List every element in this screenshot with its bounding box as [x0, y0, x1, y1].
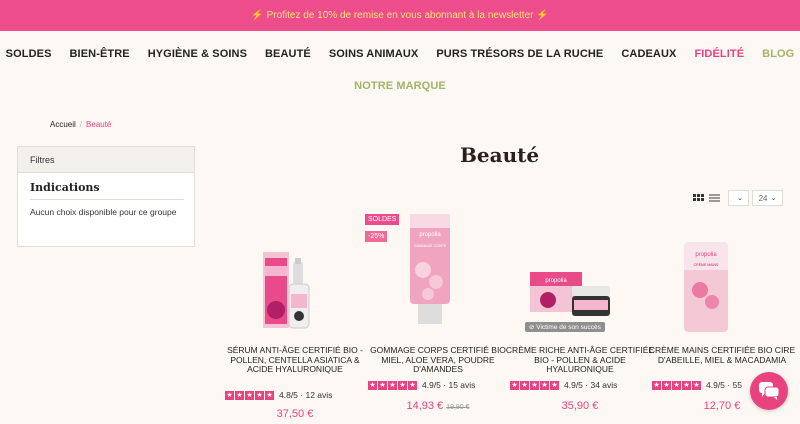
rating-value: 4.9/5	[706, 380, 725, 390]
rating-stars: ★ ★ ★ ★ ★	[652, 380, 701, 390]
view-toggle	[693, 194, 721, 203]
nav-item-blog[interactable]: BLOG	[762, 48, 794, 60]
filter-group-empty-text: Aucun choix disponible pour ce groupe	[30, 207, 177, 217]
product-rating: ★ ★ ★ ★ ★ 4.9/5 · 34 avis	[510, 380, 618, 390]
price-old: 19,90 €	[446, 404, 470, 411]
product-image-creme-mains[interactable]: propolia CRÈME MAINS	[652, 210, 792, 335]
nav-item-purs-tresors[interactable]: PURS TRÉSORS DE LA RUCHE	[436, 48, 603, 60]
product-image-creme-riche[interactable]: propolia	[510, 210, 650, 335]
price-current: 14,93 €	[406, 400, 444, 412]
nav-item-soldes[interactable]: SOLDES	[6, 48, 52, 60]
sort-select[interactable]: ⌄	[728, 190, 749, 206]
review-count[interactable]: 15 avis	[448, 380, 475, 390]
review-count[interactable]: 34 avis	[590, 380, 617, 390]
breadcrumb-home[interactable]: Accueil	[50, 120, 76, 129]
sale-badge: SOLDES	[365, 214, 400, 225]
product-card[interactable]: propolia GOMMAGE CORPS SOLDES -25% GOMMA…	[365, 210, 508, 424]
promo-text: Profitez de 10% de remise en vous abonna…	[266, 10, 534, 21]
review-count[interactable]: 55	[732, 380, 741, 390]
product-label: CRÈME MAINS	[694, 262, 719, 267]
promo-banner[interactable]: ⚡ Profitez de 10% de remise en vous abon…	[0, 0, 800, 31]
review-count[interactable]: 12 avis	[305, 390, 332, 400]
chat-icon	[759, 382, 780, 400]
filters-panel: Filtres Indications Aucun choix disponib…	[17, 146, 195, 247]
discount-badge: -25%	[365, 231, 388, 242]
per-page-value: 24	[758, 193, 768, 203]
brand-logo: propolia	[695, 252, 717, 258]
grid-view-icon[interactable]	[693, 194, 705, 203]
nav-item-bien-etre[interactable]: BIEN-ÊTRE	[70, 48, 130, 60]
chevron-down-icon: ⌄	[770, 195, 777, 202]
product-image-gommage[interactable]: propolia GOMMAGE CORPS	[368, 210, 508, 335]
tag-text: Victime de son succès	[536, 324, 601, 331]
product-price: 37,50 €	[225, 408, 365, 420]
product-name[interactable]: GOMMAGE CORPS CERTIFIÉ BIO MIEL, ALOE VE…	[363, 345, 513, 375]
price-current: 12,70 €	[703, 400, 741, 412]
nav-item-cadeaux[interactable]: CADEAUX	[621, 48, 676, 60]
nav-item-soins-animaux[interactable]: SOINS ANIMAUX	[329, 48, 419, 60]
product-name[interactable]: CRÈME RICHE ANTI-ÂGE CERTIFIÉE BIO - POL…	[505, 345, 655, 375]
rating-stars: ★ ★ ★ ★ ★	[510, 380, 559, 390]
lightning-icon: ⚡	[251, 10, 264, 21]
brand-logo: propolia	[419, 232, 441, 238]
product-name[interactable]: SÉRUM ANTI-ÂGE CERTIFIÉ BIO - POLLEN, CE…	[220, 345, 370, 375]
rating-stars: ★ ★ ★ ★ ★	[368, 380, 417, 390]
rating-value: 4.8/5	[279, 390, 298, 400]
out-of-stock-tag: ⊘ Victime de son succès	[525, 322, 605, 332]
nav-item-hygiene-soins[interactable]: HYGIÈNE & SOINS	[148, 48, 247, 60]
product-rating: ★ ★ ★ ★ ★ 4.9/5 · 15 avis	[368, 380, 476, 390]
breadcrumb-separator: /	[79, 120, 83, 129]
filters-header: Filtres	[18, 147, 194, 173]
nav-item-fidelite[interactable]: FIDÉLITÉ	[694, 48, 744, 60]
brand-logo: propolia	[545, 278, 567, 284]
product-name[interactable]: CRÈME MAINS CERTIFIÉE BIO CIRE D'ABEILLE…	[647, 345, 797, 365]
breadcrumb-current: Beauté	[86, 120, 112, 129]
product-price: 35,90 €	[510, 400, 650, 412]
page-title: Beauté	[460, 143, 540, 167]
list-view-icon[interactable]	[709, 194, 721, 203]
breadcrumb: Accueil / Beauté	[50, 120, 111, 129]
filter-group-title: Indications	[30, 181, 184, 200]
nav-item-notre-marque[interactable]: NOTRE MARQUE	[354, 80, 446, 92]
product-price: 14,93 €19,90 €	[368, 400, 508, 412]
nav-item-beaute[interactable]: BEAUTÉ	[265, 48, 311, 60]
price-current: 37,50 €	[276, 408, 314, 420]
product-label: GOMMAGE CORPS	[414, 244, 447, 248]
rating-stars: ★ ★ ★ ★ ★	[225, 390, 274, 400]
main-navigation: SOLDES BIEN-ÊTRE HYGIÈNE & SOINS BEAUTÉ …	[0, 31, 800, 111]
product-card[interactable]: propolia ⊘ Victime de son succès CRÈME R…	[506, 210, 654, 424]
price-current: 35,90 €	[561, 400, 599, 412]
product-image-serum[interactable]	[225, 210, 365, 335]
chat-button[interactable]	[750, 372, 788, 410]
rating-value: 4.9/5	[564, 380, 583, 390]
product-card[interactable]: SÉRUM ANTI-ÂGE CERTIFIÉ BIO - POLLEN, CE…	[225, 210, 365, 424]
per-page-select[interactable]: 24 ⌄	[752, 190, 783, 206]
lightning-icon: ⚡	[536, 10, 549, 21]
rating-value: 4.9/5	[422, 380, 441, 390]
product-rating: ★ ★ ★ ★ ★ 4.8/5 · 12 avis	[225, 390, 333, 400]
chevron-down-icon: ⌄	[737, 195, 743, 202]
